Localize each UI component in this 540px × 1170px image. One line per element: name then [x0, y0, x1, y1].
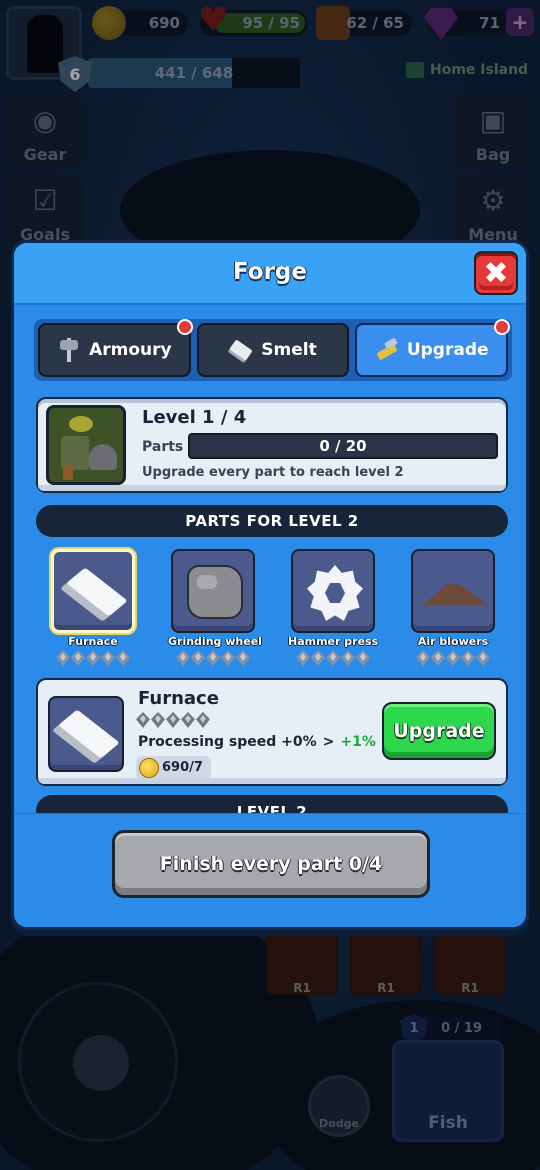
forge-tabs: Armoury Smelt Upgrade — [34, 319, 512, 381]
star-gem-icon — [176, 650, 190, 666]
rock-icon — [187, 565, 243, 619]
star-gem-icon — [221, 650, 235, 666]
part-stars — [168, 650, 258, 666]
star-gem-icon — [101, 650, 115, 666]
part-hammer-press[interactable]: Hammer press — [288, 549, 378, 666]
dialog-title: Forge — [233, 259, 307, 285]
forge-building-image — [46, 405, 126, 485]
star-gem-icon — [311, 650, 325, 666]
stat-current: Processing speed +0% — [138, 734, 317, 750]
star-gem-icon — [356, 650, 370, 666]
gear-icon — [307, 565, 363, 621]
star-gem-icon — [446, 650, 460, 666]
tab-label: Upgrade — [406, 340, 489, 360]
forge-level-card: Level 1 / 4 Parts 0 / 20 Upgrade every p… — [36, 397, 508, 493]
star-gem-icon — [71, 650, 85, 666]
star-gem-icon — [116, 650, 130, 666]
part-name: Air blowers — [417, 635, 489, 648]
close-button[interactable]: ✖ — [474, 251, 518, 295]
hammer-icon — [375, 338, 399, 362]
dialog-header: Forge ✖ — [14, 243, 526, 305]
star-gem-icon — [151, 712, 165, 728]
part-name: Furnace — [68, 635, 118, 648]
part-name: Grinding wheel — [168, 635, 262, 648]
part-stars — [48, 650, 138, 666]
stat-arrow: > — [322, 734, 335, 750]
star-gem-icon — [341, 650, 355, 666]
tab-label: Smelt — [261, 340, 317, 360]
star-gem-icon — [461, 650, 475, 666]
part-tile — [291, 549, 375, 633]
finish-parts-button[interactable]: Finish every part 0/4 — [112, 830, 430, 898]
part-stars — [408, 650, 498, 666]
star-gem-icon — [431, 650, 445, 666]
forge-level: Level 1 / 4 — [142, 407, 247, 428]
upgrade-cost: 690/7 — [136, 756, 211, 780]
selected-part-tile — [48, 696, 124, 772]
star-gem-icon — [326, 650, 340, 666]
star-gem-icon — [476, 650, 490, 666]
star-gem-icon — [236, 650, 250, 666]
axe-icon — [57, 338, 81, 362]
dialog-footer: Finish every part 0/4 — [14, 813, 526, 927]
star-gem-icon — [166, 712, 180, 728]
part-air-blowers[interactable]: Air blowers — [408, 549, 498, 666]
ingot-icon — [225, 333, 258, 366]
selected-part-stars — [136, 712, 210, 728]
selected-part-name: Furnace — [138, 688, 219, 709]
ingot-icon — [60, 708, 116, 764]
tab-label: Armoury — [89, 340, 172, 360]
parts-label: Parts — [142, 439, 184, 455]
gold-coin-icon — [139, 758, 159, 778]
upgrade-cost-value: 690/7 — [162, 760, 203, 775]
tab-smelt[interactable]: Smelt — [196, 323, 350, 377]
part-detail-card: Furnace Processing speed +0% > +1% 690/7 U… — [36, 678, 508, 786]
star-gem-icon — [416, 650, 430, 666]
upgrade-button[interactable]: Upgrade — [382, 702, 496, 760]
forge-dialog: Forge ✖ Armoury Smelt Upgrade Level 1 / … — [11, 240, 529, 930]
star-gem-icon — [86, 650, 100, 666]
blower-icon — [423, 583, 487, 605]
star-gem-icon — [196, 712, 210, 728]
part-name: Hammer press — [288, 635, 379, 648]
star-gem-icon — [191, 650, 205, 666]
star-gem-icon — [206, 650, 220, 666]
tab-armoury[interactable]: Armoury — [38, 319, 193, 377]
parts-progress-text: 0 / 20 — [319, 437, 367, 455]
level-hint: Upgrade every part to reach level 2 — [142, 465, 404, 480]
part-stat: Processing speed +0% > +1% — [138, 734, 376, 750]
parts-progress-bar: 0 / 20 — [188, 433, 498, 459]
star-gem-icon — [136, 712, 150, 728]
tab-upgrade[interactable]: Upgrade — [355, 319, 511, 377]
star-gem-icon — [296, 650, 310, 666]
part-stars — [288, 650, 378, 666]
ingot-icon — [68, 566, 124, 622]
part-tile — [171, 549, 255, 633]
star-gem-icon — [56, 650, 70, 666]
part-furnace[interactable]: Furnace — [48, 549, 138, 666]
stat-bonus: +1% — [340, 734, 376, 750]
notification-dot — [176, 319, 193, 335]
star-gem-icon — [181, 712, 195, 728]
part-tile — [51, 549, 135, 633]
part-tile — [411, 549, 495, 633]
parts-section-header: PARTS FOR LEVEL 2 — [36, 505, 508, 537]
close-icon: ✖ — [483, 255, 509, 291]
part-grinding-wheel[interactable]: Grinding wheel — [168, 549, 262, 666]
notification-dot — [494, 319, 511, 335]
